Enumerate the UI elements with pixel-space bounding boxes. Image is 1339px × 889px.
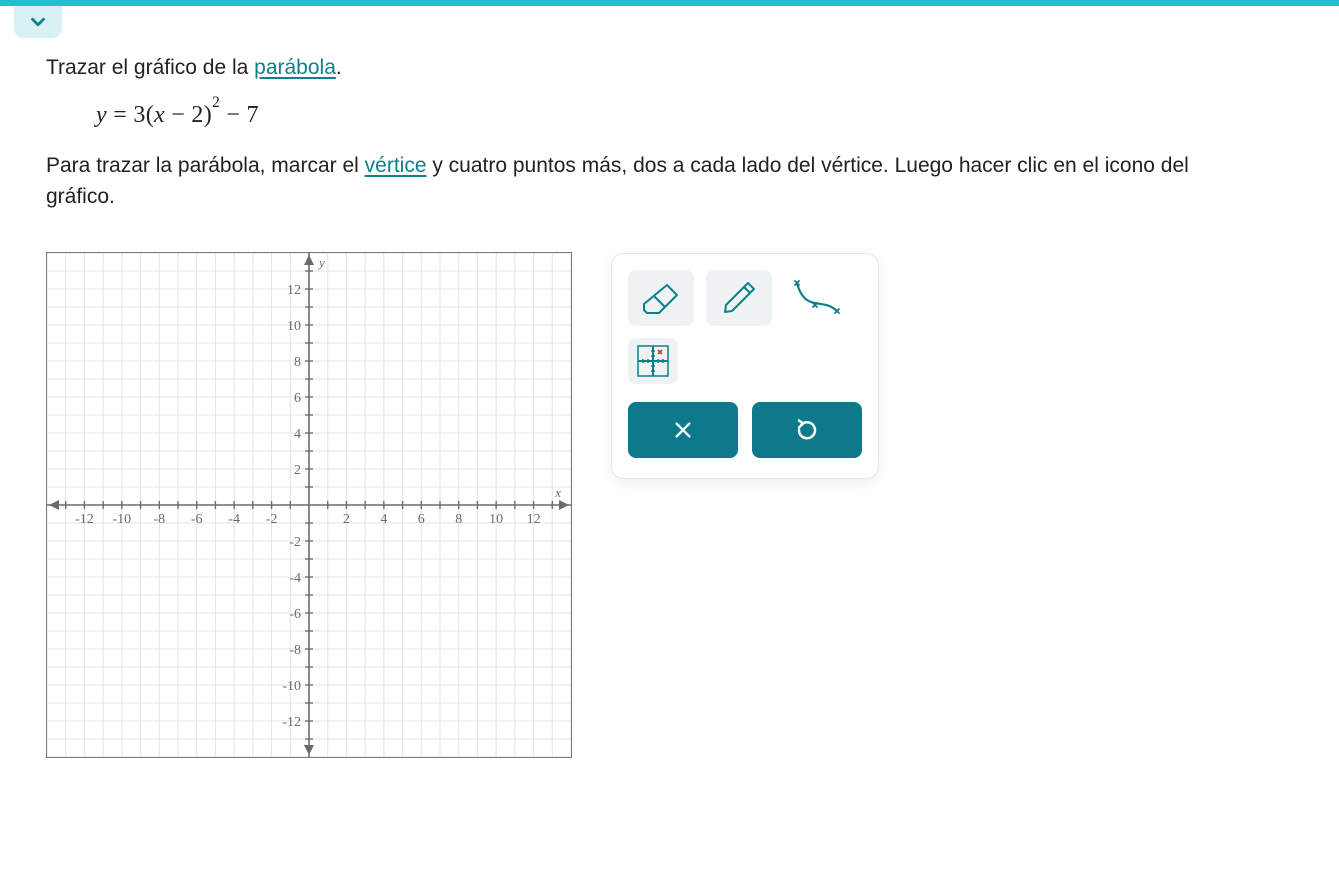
eq-a: 3 [133, 102, 145, 128]
svg-text:-4: -4 [228, 512, 240, 527]
eq-open: ( [146, 102, 154, 128]
curve-icon [791, 277, 843, 319]
grid-icon [636, 344, 670, 378]
svg-text:10: 10 [489, 512, 503, 527]
svg-text:x: x [554, 485, 561, 500]
link-vertex[interactable]: vértice [365, 154, 427, 177]
eq-close: ) [204, 102, 212, 128]
svg-text:6: 6 [418, 512, 425, 527]
svg-text:y: y [317, 255, 325, 270]
clear-button[interactable] [628, 402, 738, 458]
eraser-button[interactable] [628, 270, 694, 326]
chevron-down-icon [27, 11, 49, 33]
svg-text:12: 12 [527, 512, 541, 527]
pencil-button[interactable] [706, 270, 772, 326]
eq-tail: − 7 [220, 102, 259, 128]
close-icon [672, 419, 694, 441]
instr-pre: Para trazar la parábola, marcar el [46, 154, 365, 177]
svg-text:-6: -6 [289, 607, 301, 622]
svg-text:-12: -12 [75, 512, 94, 527]
undo-button[interactable] [752, 402, 862, 458]
svg-text:-6: -6 [191, 512, 203, 527]
tool-row-1 [628, 270, 862, 326]
curve-button[interactable] [784, 270, 850, 326]
action-row [628, 402, 862, 458]
svg-text:-12: -12 [282, 715, 301, 730]
undo-icon [795, 418, 819, 442]
eraser-icon [641, 281, 681, 315]
work-row: -12 -10 -8 -6 -4 -2 2 4 6 8 10 12 12 10 8 6 4 2 -2 -4 -6 -8 -1… [46, 252, 1200, 758]
graph-area[interactable]: -12 -10 -8 -6 -4 -2 2 4 6 8 10 12 12 10 8 6 4 2 -2 -4 -6 -8 -1… [46, 252, 572, 758]
instructions: Para trazar la parábola, marcar el vérti… [46, 151, 1200, 212]
equation: y = 3(x − 2)2 − 7 [96, 100, 1200, 129]
svg-text:4: 4 [294, 427, 301, 442]
eq-x: x [154, 102, 165, 128]
accent-bar [0, 0, 1339, 6]
tool-row-2 [628, 338, 862, 384]
eq-minus: − [165, 102, 191, 128]
svg-text:8: 8 [455, 512, 462, 527]
svg-text:2: 2 [294, 463, 301, 478]
svg-text:-8: -8 [289, 643, 301, 658]
prompt-line: Trazar el gráfico de la parábola. [46, 54, 1200, 82]
svg-text:-2: -2 [266, 512, 278, 527]
expand-toggle[interactable] [14, 6, 62, 38]
eq-exp: 2 [212, 94, 220, 111]
prompt-pre: Trazar el gráfico de la [46, 56, 254, 79]
svg-text:-8: -8 [153, 512, 165, 527]
svg-text:-4: -4 [289, 571, 301, 586]
prompt-post: . [336, 56, 342, 79]
coordinate-grid[interactable]: -12 -10 -8 -6 -4 -2 2 4 6 8 10 12 12 10 8 6 4 2 -2 -4 -6 -8 -1… [47, 253, 571, 757]
svg-text:6: 6 [294, 391, 301, 406]
svg-text:2: 2 [343, 512, 350, 527]
eq-y: y [96, 102, 107, 128]
svg-text:10: 10 [287, 319, 301, 334]
svg-text:4: 4 [380, 512, 387, 527]
plot-grid-button[interactable] [628, 338, 678, 384]
svg-text:12: 12 [287, 283, 301, 298]
svg-text:-2: -2 [289, 535, 301, 550]
link-parabola[interactable]: parábola [254, 56, 336, 79]
svg-text:8: 8 [294, 355, 301, 370]
pencil-icon [720, 279, 758, 317]
content: Trazar el gráfico de la parábola. y = 3(… [0, 38, 1240, 798]
eq-h: 2 [191, 102, 203, 128]
svg-text:-10: -10 [113, 512, 132, 527]
eq-eq: = [107, 102, 133, 128]
toolbox [612, 254, 878, 478]
svg-text:-10: -10 [282, 679, 301, 694]
